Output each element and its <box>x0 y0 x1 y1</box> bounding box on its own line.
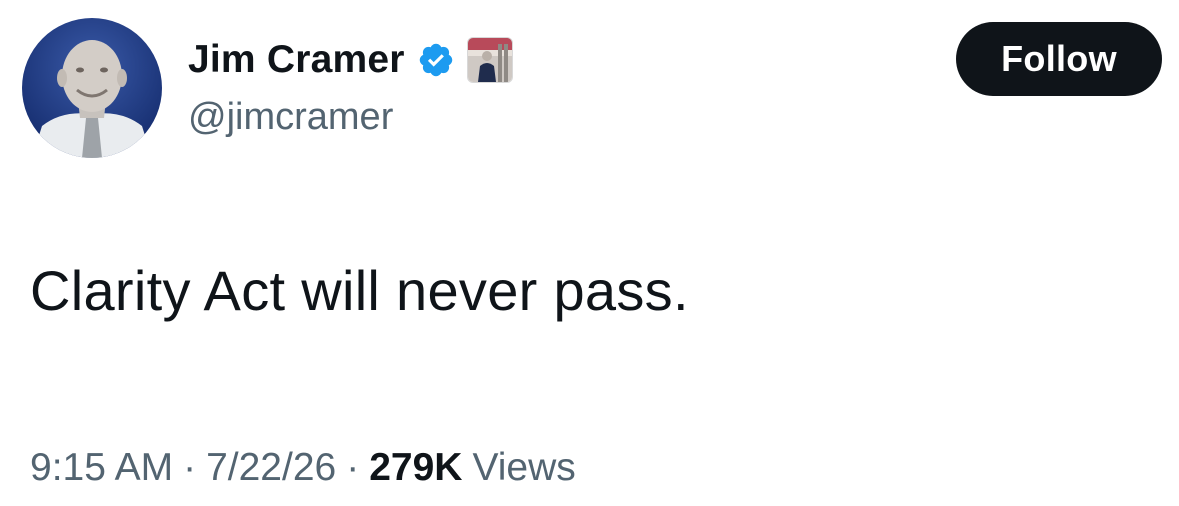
views-label[interactable]: Views <box>472 446 575 490</box>
affiliate-badge-image <box>467 38 512 82</box>
tweet-date[interactable]: 7/22/26 <box>206 446 336 490</box>
author-handle[interactable]: @jimcramer <box>188 96 393 139</box>
avatar-image <box>22 18 162 158</box>
author-display-name[interactable]: Jim Cramer <box>188 38 405 82</box>
meta-separator: · <box>183 446 197 489</box>
tweet-metadata: 9:15 AM · 7/22/26 · 279K Views <box>30 446 576 490</box>
meta-separator: · <box>346 446 360 489</box>
tweet-card: Jim Cramer @jimcramer Follow Clarity Act… <box>0 0 1179 506</box>
views-count[interactable]: 279K <box>369 446 462 490</box>
follow-button[interactable]: Follow <box>956 22 1162 96</box>
avatar[interactable] <box>22 18 162 158</box>
tweet-time[interactable]: 9:15 AM <box>30 446 173 490</box>
verified-badge-icon[interactable] <box>417 41 455 79</box>
affiliate-badge-icon[interactable] <box>466 37 513 83</box>
tweet-text: Clarity Act will never pass. <box>30 259 689 322</box>
author-name-row: Jim Cramer <box>188 32 513 88</box>
